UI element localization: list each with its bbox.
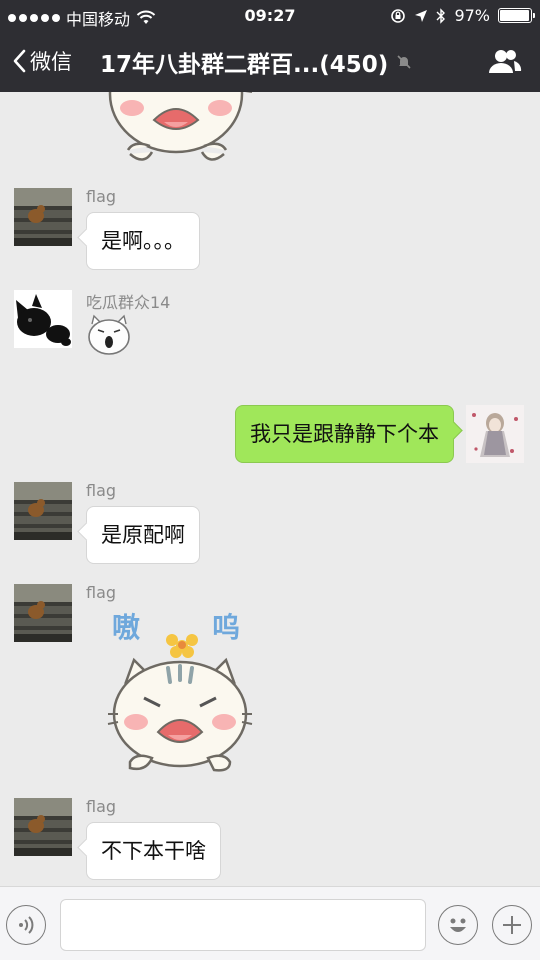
- small-cat-face-sticker[interactable]: [86, 314, 132, 356]
- sender-name: 吃瓜群众14: [86, 293, 171, 312]
- message-input[interactable]: [60, 899, 426, 951]
- group-members-icon[interactable]: [488, 48, 522, 74]
- stairs-photo-avatar[interactable]: [14, 482, 72, 540]
- input-bar: [0, 886, 540, 960]
- message-list[interactable]: flag 是啊。。。 吃瓜群众14 我只是跟静静下个本 flag 是原配啊 fl…: [0, 92, 540, 886]
- more-button[interactable]: [492, 905, 532, 945]
- message-bubble[interactable]: 是啊。。。: [86, 212, 200, 270]
- stairs-photo-avatar[interactable]: [14, 188, 72, 246]
- smiley-face-icon: [450, 918, 466, 932]
- bluetooth-icon: [436, 7, 446, 24]
- chat-header: 微信 17年八卦群二群百...(450): [0, 32, 540, 92]
- angry-cat-sticker-partial[interactable]: [104, 92, 254, 170]
- mute-bell-icon: [397, 55, 411, 69]
- voice-wave-icon: [19, 916, 34, 934]
- stairs-photo-avatar[interactable]: [14, 798, 72, 856]
- battery-icon: [498, 8, 535, 23]
- battery-percent: 97%: [454, 6, 490, 25]
- crying-cat-sticker[interactable]: 嗷 呜: [104, 606, 254, 776]
- sender-name: flag: [86, 583, 117, 602]
- black-cat-avatar[interactable]: [14, 290, 72, 348]
- status-bar: 中国移动 09:27 97%: [0, 0, 540, 32]
- stairs-photo-avatar[interactable]: [14, 584, 72, 642]
- sender-name: flag: [86, 481, 117, 500]
- chat-title: 17年八卦群二群百...(450): [100, 45, 412, 79]
- sender-name: flag: [86, 187, 117, 206]
- back-button[interactable]: 微信: [12, 46, 72, 76]
- voice-button[interactable]: [6, 905, 46, 945]
- emoji-button[interactable]: [438, 905, 478, 945]
- anime-girl-avatar[interactable]: [466, 405, 524, 463]
- location-arrow-icon: [415, 9, 428, 22]
- plus-icon: [503, 916, 521, 934]
- rotation-lock-icon: [391, 8, 406, 23]
- message-bubble-outgoing[interactable]: 我只是跟静静下个本: [235, 405, 454, 463]
- sender-name: flag: [86, 797, 117, 816]
- back-label: 微信: [30, 50, 72, 74]
- chevron-left-icon: [13, 49, 26, 73]
- message-bubble[interactable]: 不下本干啥: [86, 822, 221, 880]
- message-bubble[interactable]: 是原配啊: [86, 506, 200, 564]
- chat-title-text: 17年八卦群二群百...(450): [100, 52, 389, 78]
